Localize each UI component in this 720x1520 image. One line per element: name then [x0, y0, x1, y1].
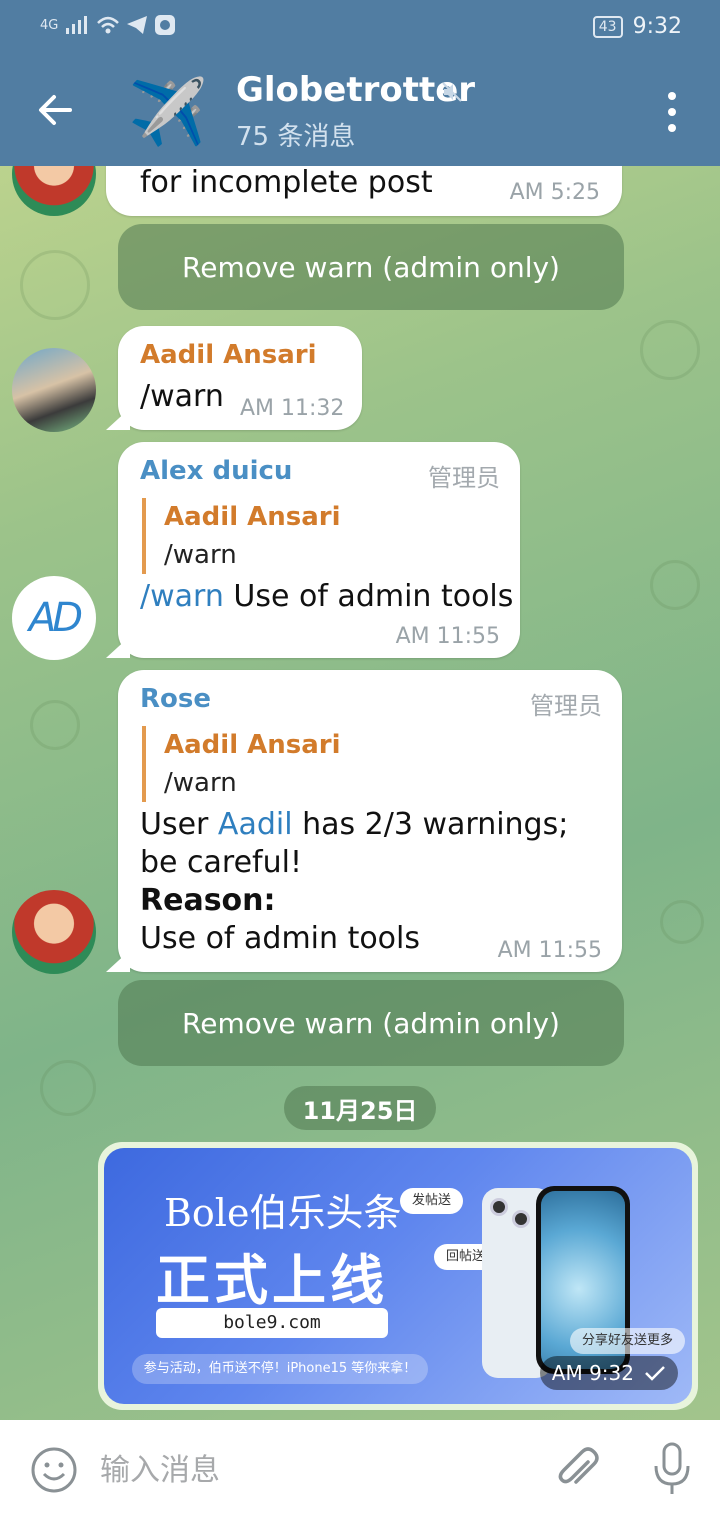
- reply-sender: Aadil Ansari: [164, 730, 341, 760]
- status-right: 43 9:32: [592, 14, 682, 39]
- reply-text: /warn: [164, 768, 237, 798]
- network-label: 4G: [40, 17, 59, 33]
- message-time: AM 11:32: [240, 396, 345, 421]
- ad-chip-share: 分享好友送更多: [570, 1328, 686, 1354]
- message-body: User: [140, 807, 218, 842]
- emoji-icon: [31, 1447, 77, 1493]
- message-bubble[interactable]: Aadil Ansari /warn AM 11:32: [118, 326, 362, 430]
- reply-preview[interactable]: Aadil Ansari /warn: [142, 726, 341, 802]
- muted-icon: [442, 82, 462, 102]
- attach-button[interactable]: [554, 1444, 602, 1496]
- reason-text: Use of admin tools: [140, 921, 421, 956]
- message-text: /warn Use of admin tools: [140, 578, 513, 616]
- camera-lens: [490, 1198, 508, 1216]
- command-link[interactable]: /warn: [140, 579, 224, 614]
- back-button[interactable]: [34, 88, 78, 132]
- message-count: 75 条消息: [236, 122, 356, 152]
- sender-name[interactable]: Rose: [140, 684, 211, 714]
- wallpaper-doodle: [20, 250, 90, 320]
- message-time: AM 9:32: [551, 1361, 634, 1385]
- app-notification-icon: [155, 15, 176, 35]
- camera-lens: [512, 1210, 530, 1228]
- message-bubble[interactable]: Alex duicu 管理员 Aadil Ansari /warn /warn …: [118, 442, 520, 658]
- status-icons: 4G: [40, 14, 176, 36]
- more-vert-dot: [668, 124, 676, 132]
- ad-image-message[interactable]: Bole伯乐头条 发帖送 正式上线 回帖送 bole9.com 参与活动，伯币送…: [98, 1142, 698, 1410]
- chat-header: 4G 43 9:32 ✈️ Globetrotter 75 条消息: [0, 0, 720, 166]
- message-body: Use of admin tools: [223, 579, 514, 614]
- admin-badge: 管理员: [428, 464, 500, 492]
- telegram-icon: [127, 16, 148, 34]
- message-composer: [0, 1420, 720, 1520]
- avatar-aadil[interactable]: [12, 348, 96, 432]
- remove-warn-button[interactable]: Remove warn (admin only): [118, 224, 624, 310]
- ad-message-time: AM 9:32: [539, 1356, 678, 1390]
- sender-name[interactable]: Alex duicu: [140, 456, 292, 486]
- ad-brand: Bole伯乐头条: [164, 1191, 402, 1235]
- back-arrow-icon: [39, 95, 72, 125]
- message-text: User Aadil has 2/3 warnings; be careful!: [140, 806, 610, 882]
- clock: 9:32: [632, 14, 682, 39]
- ad-chip-post: 发帖送: [400, 1188, 464, 1214]
- message-time: AM 11:55: [395, 624, 500, 649]
- message-input[interactable]: [100, 1448, 520, 1492]
- more-options-button[interactable]: [660, 92, 684, 132]
- remove-warn-button[interactable]: Remove warn (admin only): [118, 980, 624, 1066]
- message-bubble[interactable]: Rose 管理员 Aadil Ansari /warn User Aadil h…: [118, 670, 622, 972]
- more-vert-icon: [668, 92, 676, 100]
- signal-icon: [66, 16, 88, 34]
- paperclip-icon: [558, 1447, 599, 1484]
- ad-banner[interactable]: Bole伯乐头条 发帖送 正式上线 回帖送 bole9.com 参与活动，伯币送…: [104, 1148, 692, 1404]
- group-avatar[interactable]: ✈️: [126, 70, 210, 154]
- command-link[interactable]: /warn: [140, 378, 224, 416]
- ad-footer: 参与活动，伯币送不停！iPhone15 等你来拿！: [132, 1354, 428, 1384]
- sent-check-icon: [645, 1366, 665, 1381]
- reply-text: /warn: [164, 540, 237, 570]
- more-vert-dot: [668, 108, 676, 116]
- ad-url: bole9.com: [156, 1308, 388, 1338]
- wallpaper-doodle: [30, 700, 80, 750]
- voice-message-button[interactable]: [652, 1442, 692, 1498]
- sender-name[interactable]: Aadil Ansari: [140, 340, 317, 370]
- emoji-button[interactable]: [30, 1446, 78, 1494]
- reply-preview[interactable]: Aadil Ansari /warn: [142, 498, 341, 574]
- avatar-rose[interactable]: [12, 890, 96, 974]
- ad-headline: 正式上线: [156, 1249, 388, 1312]
- message-text: for incomplete post: [140, 165, 433, 200]
- battery-icon: 43: [592, 15, 623, 38]
- microphone-icon: [654, 1442, 690, 1494]
- avatar-initials: AD: [28, 595, 83, 641]
- date-divider: 11月25日: [284, 1086, 436, 1130]
- wallpaper-doodle: [660, 900, 704, 944]
- avatar-alex[interactable]: AD: [12, 576, 96, 660]
- reason-label: Reason:: [140, 883, 276, 918]
- message-time: AM 5:25: [509, 180, 600, 205]
- user-mention-link[interactable]: Aadil: [218, 807, 293, 842]
- wallpaper-doodle: [650, 560, 700, 610]
- reply-sender: Aadil Ansari: [164, 502, 341, 532]
- admin-badge: 管理员: [530, 692, 602, 720]
- message-time: AM 11:55: [497, 938, 602, 963]
- status-bar: 4G 43 9:32: [0, 0, 720, 56]
- wifi-icon: [97, 16, 120, 34]
- wallpaper-doodle: [40, 1060, 96, 1116]
- wallpaper-doodle: [640, 320, 700, 380]
